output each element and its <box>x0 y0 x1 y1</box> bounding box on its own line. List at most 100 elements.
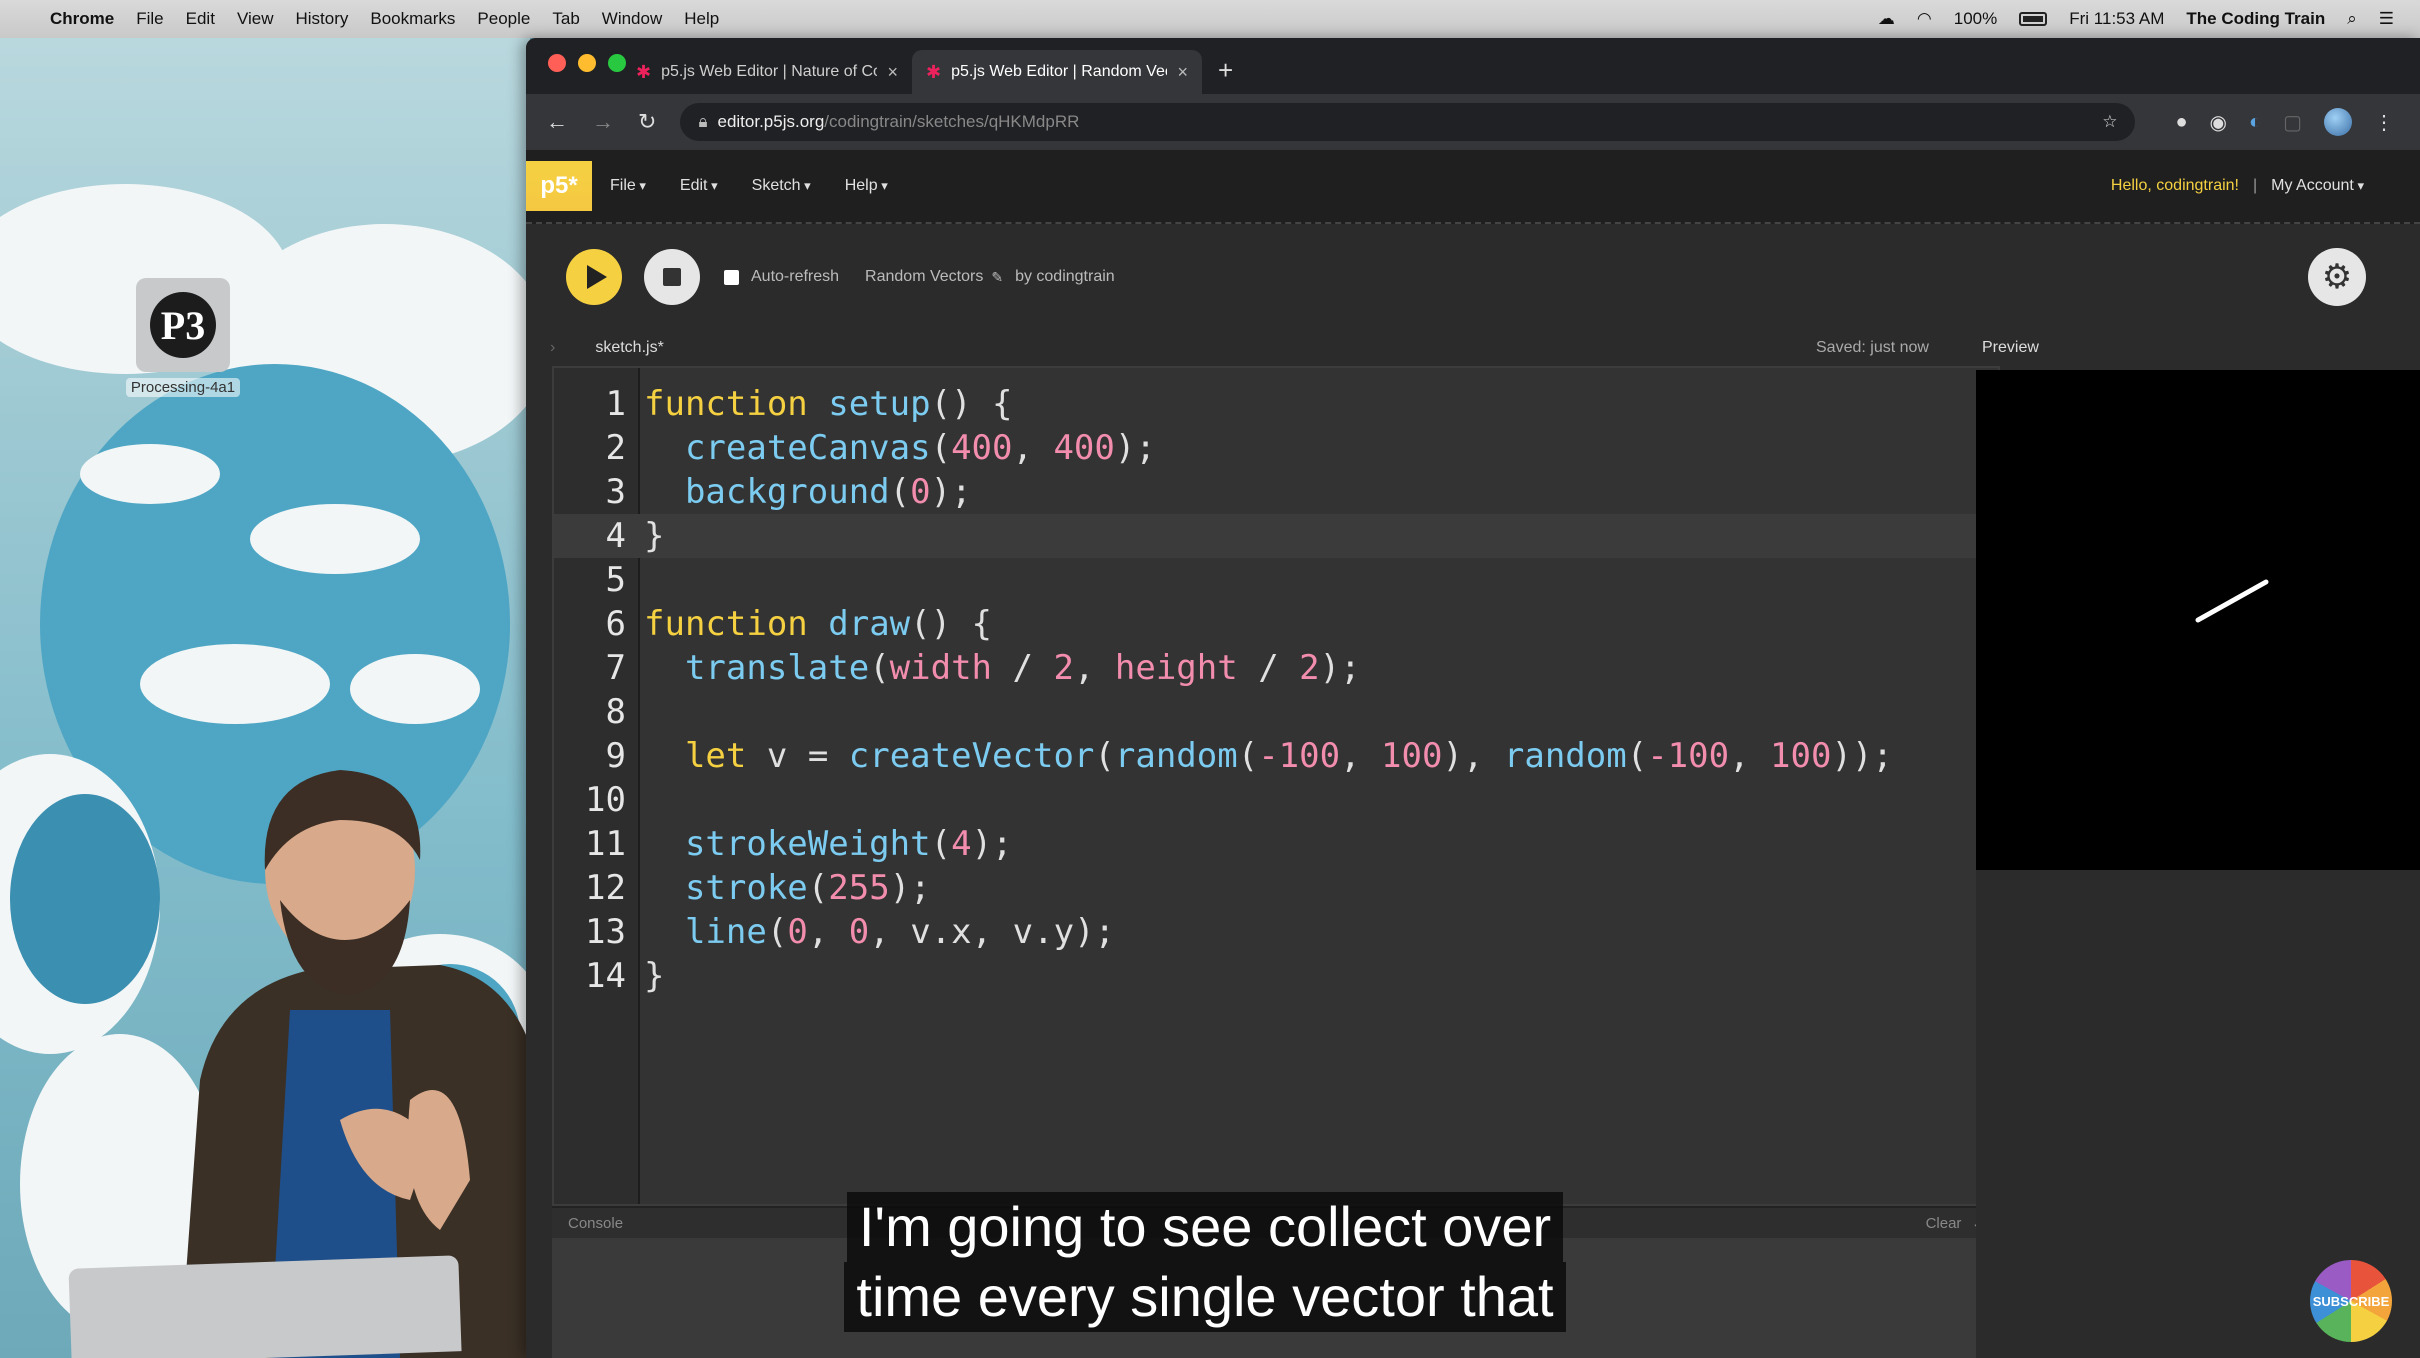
p5-favicon-icon: ✱ <box>926 61 942 82</box>
code-line[interactable]: 13 line(0, 0, v.x, v.y); <box>554 910 1998 954</box>
back-arrow-icon[interactable]: ← <box>546 109 568 135</box>
close-tab-icon[interactable]: × <box>887 62 898 83</box>
console-label: Console <box>568 1214 624 1232</box>
menubar-item-people[interactable]: People <box>477 9 530 29</box>
mac-menubar: Chrome File Edit View History Bookmarks … <box>0 0 2420 38</box>
wifi-icon[interactable]: ◠ <box>1917 9 1932 29</box>
code-line[interactable]: 7 translate(width / 2, height / 2); <box>554 646 1998 690</box>
extension-icon[interactable]: ▢ <box>2283 110 2302 135</box>
code-text: let v = createVector(random(-100, 100), … <box>684 736 1893 776</box>
profile-avatar[interactable] <box>2324 108 2352 136</box>
code-text: stroke(255); <box>684 868 931 908</box>
browser-tab-random-vectors[interactable]: ✱ p5.js Web Editor | Random Vec... × <box>912 50 1202 94</box>
code-editor[interactable]: 1 function setup() {2 createCanvas(400, 4… <box>552 366 2000 1206</box>
cloud-sync-icon[interactable]: ☁ <box>1878 9 1895 29</box>
minimize-window-button[interactable] <box>578 54 596 72</box>
menubar-item-window[interactable]: Window <box>602 9 662 29</box>
menubar-item-history[interactable]: History <box>295 9 348 29</box>
code-line[interactable]: 9 let v = createVector(random(-100, 100)… <box>554 734 1998 778</box>
desktop-icon-label: Processing-4a1 <box>125 378 241 397</box>
chrome-window: ✱ p5.js Web Editor | Nature of Co... × ✱… <box>526 38 2420 1358</box>
spotlight-search-icon[interactable]: ⌕ <box>2347 9 2357 29</box>
chrome-menu-icon[interactable]: ⋮ <box>2374 110 2394 135</box>
line-number: 12 <box>585 868 626 908</box>
code-text: line(0, 0, v.x, v.y); <box>684 912 1116 952</box>
menubar-item-help[interactable]: Help <box>684 9 719 29</box>
code-text: } <box>644 956 665 996</box>
code-line[interactable]: 3 background(0); <box>554 470 1998 514</box>
code-line[interactable]: 1 function setup() { <box>554 382 1998 426</box>
menubar-item-bookmarks[interactable]: Bookmarks <box>370 9 455 29</box>
code-line[interactable]: 2 createCanvas(400, 400); <box>554 426 1998 470</box>
lock-icon: 🔒︎ <box>698 112 708 131</box>
menubar-clock[interactable]: Fri 11:53 AM <box>2069 9 2164 29</box>
code-line[interactable]: 12 stroke(255); <box>554 866 1998 910</box>
code-line[interactable]: 5 <box>554 558 1998 602</box>
menubar-user[interactable]: The Coding Train <box>2186 9 2325 29</box>
video-subtitle: I'm going to see collect over time every… <box>810 1192 1600 1332</box>
stop-button[interactable] <box>644 249 700 305</box>
processing-app-icon[interactable]: P3 Processing-4a1 <box>118 278 248 397</box>
line-number: 14 <box>585 956 626 996</box>
expand-sidebar-icon[interactable]: › <box>550 339 555 357</box>
menubar-item-view[interactable]: View <box>237 9 274 29</box>
sketch-name[interactable]: Random Vectors <box>865 268 983 286</box>
menubar-item-file[interactable]: File <box>136 9 163 29</box>
url-input[interactable]: 🔒︎ editor.p5js.org /codingtrain/sketches… <box>680 103 2136 141</box>
forward-arrow-icon[interactable]: → <box>592 109 614 135</box>
line-number: 10 <box>585 780 626 820</box>
code-line[interactable]: 14} <box>554 954 1998 998</box>
code-text: strokeWeight(4); <box>684 824 1013 864</box>
code-line[interactable]: 11 strokeWeight(4); <box>554 822 1998 866</box>
code-text: function setup() { <box>644 384 1013 424</box>
zoom-window-button[interactable] <box>608 54 626 72</box>
code-text: background(0); <box>684 472 972 512</box>
line-number: 5 <box>605 560 626 600</box>
p5-toolbar: Auto-refresh Random Vectors ✎ by codingt… <box>526 224 2420 330</box>
tab-title: p5.js Web Editor | Nature of Co... <box>661 63 878 80</box>
close-window-button[interactable] <box>548 54 566 72</box>
bookmark-star-icon[interactable]: ☆ <box>2102 112 2117 132</box>
code-line[interactable]: 6 function draw() { <box>554 602 1998 646</box>
menubar-item-edit[interactable]: Edit <box>186 9 215 29</box>
code-text: function draw() { <box>644 604 993 644</box>
extension-icon[interactable]: ◉ <box>2210 110 2227 135</box>
desktop-wallpaper: P3 Processing-4a1 <box>0 34 530 1358</box>
console-clear-button[interactable]: Clear <box>1926 1215 1962 1232</box>
file-tab-sketch-js[interactable]: sketch.js* <box>595 339 663 357</box>
p5-menu-sketch[interactable]: Sketch <box>752 177 811 195</box>
reload-icon[interactable]: ↻ <box>638 109 656 135</box>
line-number: 7 <box>605 648 626 688</box>
line-number: 4 <box>605 516 626 556</box>
hello-user-link[interactable]: Hello, codingtrain! <box>2111 177 2239 195</box>
browser-tab-nature-of-code[interactable]: ✱ p5.js Web Editor | Nature of Co... × <box>622 50 912 94</box>
code-line[interactable]: 4} <box>554 514 1998 558</box>
code-line[interactable]: 10 <box>554 778 1998 822</box>
p5-logo[interactable]: p5* <box>526 161 592 211</box>
p5-menu-edit[interactable]: Edit <box>680 177 718 195</box>
close-tab-icon[interactable]: × <box>1177 62 1188 83</box>
preview-label: Preview <box>1982 339 2039 356</box>
window-controls <box>548 54 626 72</box>
pencil-icon[interactable]: ✎ <box>991 269 1003 286</box>
p5-menu-help[interactable]: Help <box>845 177 888 195</box>
menubar-app-name[interactable]: Chrome <box>50 9 114 29</box>
code-text: } <box>644 516 665 556</box>
play-button[interactable] <box>566 249 622 305</box>
tab-strip: ✱ p5.js Web Editor | Nature of Co... × ✱… <box>526 38 2420 94</box>
notification-center-icon[interactable]: ☰ <box>2379 9 2394 29</box>
battery-icon[interactable] <box>2019 12 2048 26</box>
new-tab-button[interactable]: + <box>1218 55 1233 86</box>
p5-menu-file[interactable]: File <box>610 177 646 195</box>
menubar-item-tab[interactable]: Tab <box>552 9 579 29</box>
auto-refresh-checkbox[interactable] <box>724 269 739 285</box>
extension-icon[interactable]: ◐ <box>2249 111 2261 134</box>
my-account-menu[interactable]: My Account <box>2271 177 2364 195</box>
tab-title: p5.js Web Editor | Random Vec... <box>951 63 1168 80</box>
code-line[interactable]: 8 <box>554 690 1998 734</box>
subscribe-badge[interactable]: SUBSCRIBE <box>2310 1260 2392 1342</box>
battery-percent: 100% <box>1953 9 1998 28</box>
auto-refresh-label: Auto-refresh <box>751 268 840 285</box>
settings-gear-button[interactable]: ⚙ <box>2308 248 2366 306</box>
extension-icon[interactable]: ● <box>2175 111 2187 134</box>
